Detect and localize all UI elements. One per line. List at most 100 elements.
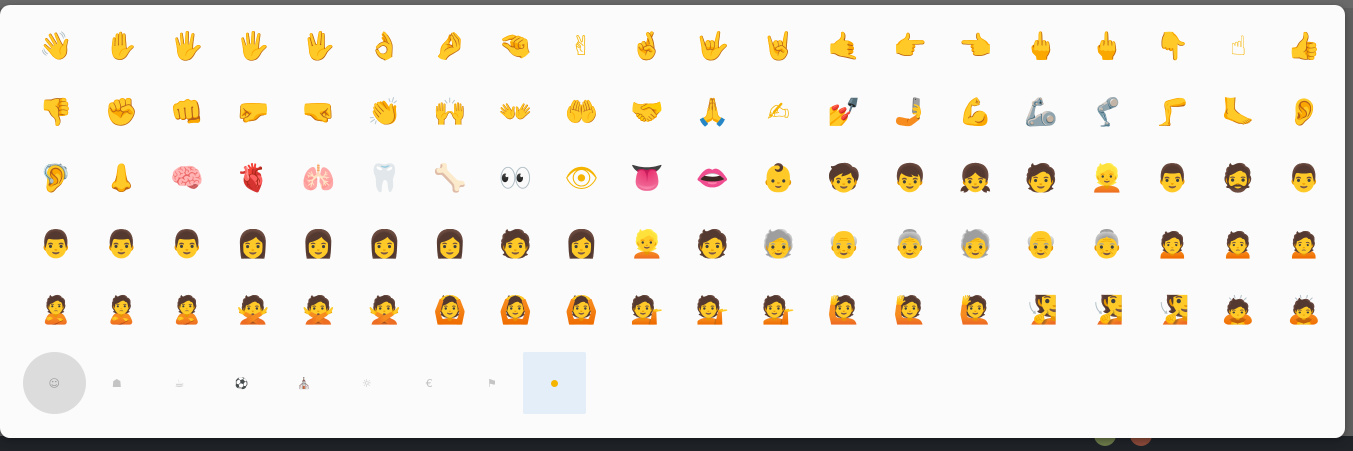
- emoji-cell[interactable]: 🧑: [483, 211, 549, 277]
- emoji-cell[interactable]: 🙎: [154, 277, 220, 343]
- emoji-cell[interactable]: 👅: [614, 145, 680, 211]
- emoji-cell[interactable]: 💁: [746, 277, 812, 343]
- emoji-cell[interactable]: 👴: [811, 211, 877, 277]
- emoji-cell[interactable]: 🦵: [1140, 79, 1206, 145]
- emoji-cell[interactable]: 👨: [1271, 145, 1337, 211]
- category-tab[interactable]: €: [398, 352, 461, 414]
- emoji-cell[interactable]: 🤜: [286, 79, 352, 145]
- emoji-cell[interactable]: 👏: [351, 79, 417, 145]
- emoji-cell[interactable]: 👱: [614, 211, 680, 277]
- emoji-cell[interactable]: 🤌: [417, 13, 483, 79]
- emoji-cell[interactable]: ☝: [1205, 13, 1271, 79]
- emoji-cell[interactable]: 🧒: [811, 145, 877, 211]
- emoji-cell[interactable]: 👵: [877, 211, 943, 277]
- emoji-cell[interactable]: 🧠: [154, 145, 220, 211]
- emoji-cell[interactable]: 🙅: [220, 277, 286, 343]
- emoji-cell[interactable]: 👊: [154, 79, 220, 145]
- emoji-cell[interactable]: 👧: [943, 145, 1009, 211]
- emoji-cell[interactable]: 🧏: [1074, 277, 1140, 343]
- emoji-cell[interactable]: 👌: [351, 13, 417, 79]
- emoji-cell[interactable]: 🧔: [1205, 145, 1271, 211]
- category-tab[interactable]: [523, 352, 586, 414]
- emoji-cell[interactable]: 🙋: [943, 277, 1009, 343]
- emoji-cell[interactable]: 🙍: [1271, 211, 1337, 277]
- emoji-cell[interactable]: 💪: [943, 79, 1009, 145]
- emoji-cell[interactable]: 👨: [1140, 145, 1206, 211]
- emoji-cell[interactable]: 🙋: [811, 277, 877, 343]
- emoji-cell[interactable]: 🙆: [549, 277, 615, 343]
- emoji-cell[interactable]: 🦴: [417, 145, 483, 211]
- emoji-cell[interactable]: 🤏: [483, 13, 549, 79]
- emoji-cell[interactable]: 🙆: [483, 277, 549, 343]
- emoji-cell[interactable]: 👀: [483, 145, 549, 211]
- emoji-cell[interactable]: 🦷: [351, 145, 417, 211]
- category-tab[interactable]: ☺: [23, 352, 86, 414]
- emoji-cell[interactable]: 🙅: [351, 277, 417, 343]
- emoji-cell[interactable]: 🙎: [23, 277, 89, 343]
- emoji-cell[interactable]: 🖕: [1008, 13, 1074, 79]
- emoji-cell[interactable]: 🤟: [680, 13, 746, 79]
- emoji-cell[interactable]: ✍: [746, 79, 812, 145]
- emoji-cell[interactable]: 💁: [680, 277, 746, 343]
- emoji-cell[interactable]: 🙌: [417, 79, 483, 145]
- emoji-cell[interactable]: 🤲: [549, 79, 615, 145]
- category-tab[interactable]: ☕: [148, 352, 211, 414]
- emoji-cell[interactable]: 🙏: [680, 79, 746, 145]
- emoji-cell[interactable]: 👩: [286, 211, 352, 277]
- emoji-cell[interactable]: ✌: [549, 13, 615, 79]
- emoji-cell[interactable]: 👄: [680, 145, 746, 211]
- emoji-cell[interactable]: ✊: [89, 79, 155, 145]
- emoji-cell[interactable]: 🦿: [1074, 79, 1140, 145]
- emoji-cell[interactable]: 👐: [483, 79, 549, 145]
- emoji-cell[interactable]: 🖕: [1074, 13, 1140, 79]
- category-tab[interactable]: ☼: [336, 352, 399, 414]
- emoji-cell[interactable]: 👨: [23, 211, 89, 277]
- emoji-cell[interactable]: 👶: [746, 145, 812, 211]
- emoji-cell[interactable]: ✋: [89, 13, 155, 79]
- emoji-cell[interactable]: 👎: [23, 79, 89, 145]
- emoji-cell[interactable]: 🤘: [746, 13, 812, 79]
- emoji-cell[interactable]: 🦾: [1008, 79, 1074, 145]
- emoji-cell[interactable]: 👋: [23, 13, 89, 79]
- emoji-cell[interactable]: 🧑: [1008, 145, 1074, 211]
- emoji-cell[interactable]: 👂: [1271, 79, 1337, 145]
- emoji-cell[interactable]: 💁: [614, 277, 680, 343]
- emoji-cell[interactable]: 👩: [351, 211, 417, 277]
- emoji-cell[interactable]: 👦: [877, 145, 943, 211]
- category-tab[interactable]: ⚑: [461, 352, 524, 414]
- emoji-cell[interactable]: 🙋: [877, 277, 943, 343]
- category-tab[interactable]: ☗: [86, 352, 149, 414]
- emoji-cell[interactable]: 🦻: [23, 145, 89, 211]
- emoji-cell[interactable]: 👨: [154, 211, 220, 277]
- emoji-cell[interactable]: 🙇: [1271, 277, 1337, 343]
- emoji-cell[interactable]: 👩: [549, 211, 615, 277]
- emoji-cell[interactable]: 🦶: [1205, 79, 1271, 145]
- emoji-cell[interactable]: 🧏: [1008, 277, 1074, 343]
- emoji-cell[interactable]: 🙆: [417, 277, 483, 343]
- category-tab[interactable]: ⛪: [273, 352, 336, 414]
- emoji-cell[interactable]: 🖐: [220, 13, 286, 79]
- emoji-cell[interactable]: 🤛: [220, 79, 286, 145]
- emoji-cell[interactable]: 👵: [1074, 211, 1140, 277]
- emoji-cell[interactable]: 👁: [549, 145, 615, 211]
- emoji-cell[interactable]: 🫁: [286, 145, 352, 211]
- emoji-cell[interactable]: 👨: [89, 211, 155, 277]
- emoji-cell[interactable]: 🙅: [286, 277, 352, 343]
- emoji-cell[interactable]: 🖖: [286, 13, 352, 79]
- emoji-cell[interactable]: 👩: [220, 211, 286, 277]
- emoji-cell[interactable]: 👉: [877, 13, 943, 79]
- emoji-cell[interactable]: 👩: [417, 211, 483, 277]
- emoji-cell[interactable]: 🙍: [1140, 211, 1206, 277]
- emoji-cell[interactable]: 🙎: [89, 277, 155, 343]
- emoji-cell[interactable]: 🤝: [614, 79, 680, 145]
- emoji-cell[interactable]: 🙇: [1205, 277, 1271, 343]
- emoji-cell[interactable]: 🖐: [154, 13, 220, 79]
- category-tab[interactable]: ⚽: [211, 352, 274, 414]
- emoji-cell[interactable]: 👱: [1074, 145, 1140, 211]
- emoji-cell[interactable]: 🙍: [1205, 211, 1271, 277]
- emoji-cell[interactable]: 👇: [1140, 13, 1206, 79]
- emoji-cell[interactable]: 🤙: [811, 13, 877, 79]
- emoji-cell[interactable]: 🧑: [680, 211, 746, 277]
- emoji-cell[interactable]: 🫀: [220, 145, 286, 211]
- emoji-cell[interactable]: 🤞: [614, 13, 680, 79]
